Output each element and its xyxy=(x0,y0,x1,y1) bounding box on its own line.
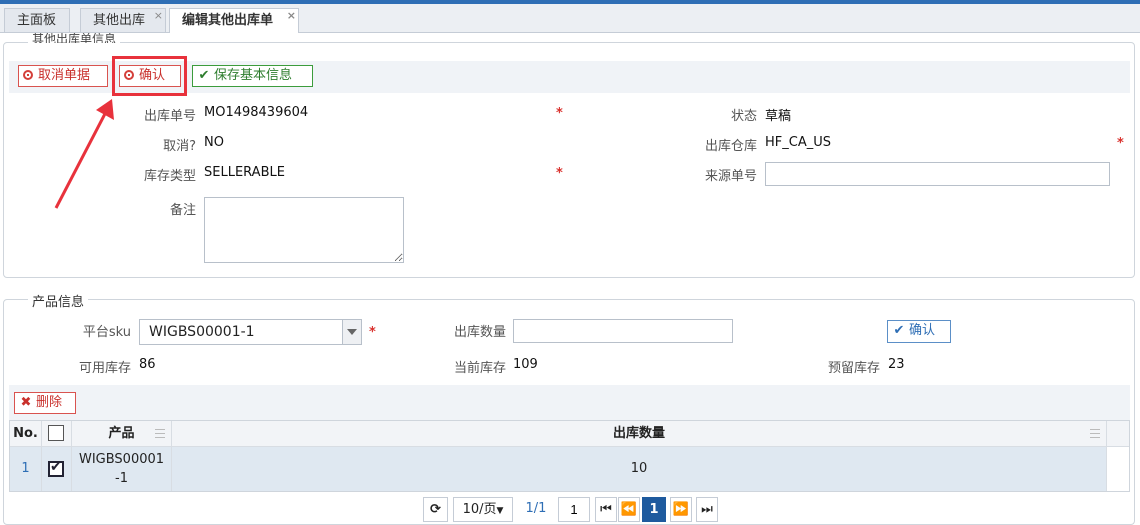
col-header-qty[interactable]: 出库数量 xyxy=(172,421,1107,447)
last-page-icon[interactable]: ⏭ xyxy=(696,497,718,522)
stock-type-label: 库存类型 xyxy=(143,169,196,184)
tab-bar: 主面板 其他出库 × 编辑其他出库单 × xyxy=(0,4,1140,33)
row-checkbox[interactable]: ✔ xyxy=(48,459,64,477)
product-info-legend: 产品信息 xyxy=(28,291,89,310)
grid-toolbar xyxy=(9,385,1130,420)
first-page-icon[interactable]: ⏮ xyxy=(595,497,617,522)
available-stock-value: 86 xyxy=(139,357,156,372)
close-icon[interactable]: × xyxy=(154,4,163,28)
checkmark-icon: ✔ xyxy=(198,68,210,83)
annotation-highlight-box xyxy=(112,56,187,96)
checkmark-icon: ✔ xyxy=(893,323,905,338)
select-all-checkbox[interactable] xyxy=(48,425,64,441)
required-mark: * xyxy=(369,325,376,340)
page-size-select[interactable]: 10/页▼ xyxy=(453,497,513,522)
cancelled-label: 取消? xyxy=(163,139,196,154)
warehouse-value: HF_CA_US xyxy=(765,135,831,150)
tab-edit-outbound-label: 编辑其他出库单 xyxy=(182,13,274,28)
page-size-value: 10/页 xyxy=(462,502,497,517)
col-header-product-label: 产品 xyxy=(108,426,135,441)
col-header-product[interactable]: 产品 xyxy=(72,421,172,447)
prev-page-icon[interactable]: ⏪ xyxy=(618,497,640,522)
stop-icon xyxy=(23,70,33,80)
column-menu-icon[interactable] xyxy=(155,429,165,438)
tab-other-outbound[interactable]: 其他出库 × xyxy=(80,8,166,32)
page-button-current[interactable]: 1 xyxy=(642,497,666,522)
source-no-label: 来源单号 xyxy=(704,169,757,184)
tab-dashboard[interactable]: 主面板 xyxy=(4,8,70,32)
row-product-line2: -1 xyxy=(115,471,128,486)
chevron-down-icon xyxy=(347,329,357,335)
row-product-line1: WIGBS00001 xyxy=(78,452,165,467)
col-header-qty-label: 出库数量 xyxy=(612,426,665,441)
order-no-value: MO1498439604 xyxy=(204,105,309,120)
dropdown-button[interactable] xyxy=(342,320,361,344)
close-icon: ✖ xyxy=(20,395,32,410)
next-page-icon[interactable]: ⏩ xyxy=(670,497,692,522)
cancel-order-button[interactable]: 取消单据 xyxy=(18,65,108,87)
delete-button[interactable]: ✖ 删除 xyxy=(14,392,76,414)
cancel-order-label: 取消单据 xyxy=(38,68,91,83)
status-value: 草稿 xyxy=(765,109,792,124)
col-header-no: No. xyxy=(10,421,42,447)
required-mark: * xyxy=(556,166,563,181)
col-header-select xyxy=(42,421,72,447)
chevron-down-icon: ▼ xyxy=(496,506,504,516)
order-no-label: 出库单号 xyxy=(143,109,196,124)
source-no-input[interactable] xyxy=(765,162,1110,186)
stock-type-value: SELLERABLE xyxy=(204,165,285,180)
col-header-spacer xyxy=(1107,421,1129,447)
save-basic-info-button[interactable]: ✔ 保存基本信息 xyxy=(192,65,313,87)
sku-select[interactable]: WIGBS00001-1 xyxy=(139,319,362,345)
checkmark-icon: ✔ xyxy=(50,459,62,475)
row-select-cell: ✔ xyxy=(42,447,72,491)
delete-button-label: 删除 xyxy=(36,395,63,410)
product-grid: No. 产品 出库数量 1 ✔ WIGBS00001 -1 10 xyxy=(9,420,1130,492)
close-icon[interactable]: × xyxy=(287,4,296,28)
page-number-input[interactable] xyxy=(558,497,590,522)
row-no: 1 xyxy=(10,447,42,491)
tab-dashboard-label: 主面板 xyxy=(17,13,57,28)
row-qty: 10 xyxy=(172,447,1107,491)
order-info-legend: 其他出库单信息 xyxy=(28,33,121,43)
available-stock-label: 可用库存 xyxy=(78,361,131,376)
current-stock-label: 当前库存 xyxy=(453,361,506,376)
cancelled-value: NO xyxy=(204,135,224,150)
remark-label: 备注 xyxy=(169,203,196,218)
refresh-icon[interactable]: ⟳ xyxy=(423,497,448,522)
reserved-stock-value: 23 xyxy=(888,357,905,372)
required-mark: * xyxy=(556,106,563,121)
row-product: WIGBS00001 -1 xyxy=(72,447,172,491)
required-mark: * xyxy=(1117,136,1124,151)
column-menu-icon[interactable] xyxy=(1090,429,1100,438)
sku-label: 平台sku xyxy=(82,325,131,340)
current-stock-value: 109 xyxy=(513,357,538,372)
warehouse-label: 出库仓库 xyxy=(704,139,757,154)
tab-edit-outbound[interactable]: 编辑其他出库单 × xyxy=(169,8,299,33)
add-product-confirm-label: 确认 xyxy=(909,323,936,338)
remark-textarea[interactable] xyxy=(204,197,404,263)
outbound-qty-input[interactable] xyxy=(513,319,733,343)
tab-other-outbound-label: 其他出库 xyxy=(93,13,146,28)
sku-select-value: WIGBS00001-1 xyxy=(149,324,255,340)
save-basic-info-label: 保存基本信息 xyxy=(214,68,293,83)
status-label: 状态 xyxy=(730,109,757,124)
outbound-qty-label: 出库数量 xyxy=(453,325,506,340)
add-product-confirm-button[interactable]: ✔ 确认 xyxy=(887,320,951,343)
page-info: 1/1 xyxy=(516,497,556,522)
reserved-stock-label: 预留库存 xyxy=(827,361,880,376)
